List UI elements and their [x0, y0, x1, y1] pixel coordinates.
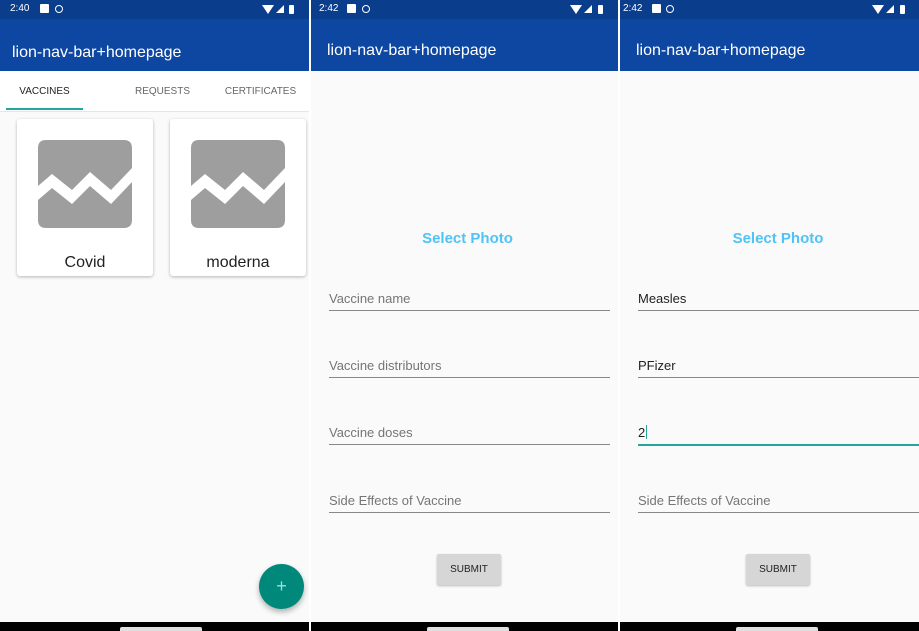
- home-handle[interactable]: [120, 627, 202, 631]
- vaccine-name-value: Measles: [638, 291, 687, 306]
- vaccine-doses-field[interactable]: Vaccine doses: [329, 420, 610, 445]
- side-effects-placeholder: Side Effects of Vaccine: [329, 493, 462, 508]
- signal-icon: [584, 5, 592, 13]
- status-time: 2:42: [623, 3, 643, 14]
- sim-icon: [347, 4, 356, 13]
- status-bar: 2:42: [311, 0, 618, 19]
- signal-icon: [886, 5, 894, 13]
- battery-icon: [900, 5, 905, 14]
- screen-add-vaccine-empty: 2:42 lion-nav-bar+homepage Select Photo …: [311, 0, 618, 631]
- vaccine-card-covid[interactable]: Covid: [17, 119, 153, 276]
- wifi-icon: [262, 5, 274, 14]
- vaccine-distributors-field[interactable]: PFizer: [638, 353, 919, 378]
- battery-icon: [289, 5, 294, 14]
- submit-button[interactable]: SUBMIT: [746, 554, 810, 585]
- sim-icon: [652, 4, 661, 13]
- home-handle[interactable]: [736, 627, 818, 631]
- tab-certificates[interactable]: CERTIFICATES: [212, 71, 309, 111]
- app-bar: lion-nav-bar+homepage: [311, 19, 618, 71]
- tab-vaccines[interactable]: VACCINES: [6, 71, 83, 111]
- card-label: Covid: [64, 254, 106, 271]
- app-title: lion-nav-bar+homepage: [636, 42, 806, 59]
- app-title: lion-nav-bar+homepage: [327, 42, 497, 59]
- vaccine-distributors-value: PFizer: [638, 358, 676, 373]
- vaccine-doses-placeholder: Vaccine doses: [329, 425, 413, 440]
- sim-icon: [40, 4, 49, 13]
- plus-icon: +: [276, 576, 287, 596]
- side-effects-field[interactable]: Side Effects of Vaccine: [638, 488, 919, 513]
- home-handle[interactable]: [427, 627, 509, 631]
- status-bar: 2:42: [620, 0, 919, 19]
- screen-vaccines-list: 2:40 lion-nav-bar+homepage VACCINES REQU…: [0, 0, 309, 631]
- app-title: lion-nav-bar+homepage: [12, 44, 182, 61]
- image-placeholder-icon: [38, 140, 132, 228]
- vaccine-name-placeholder: Vaccine name: [329, 291, 411, 306]
- app-bar: lion-nav-bar+homepage: [0, 19, 309, 71]
- vaccine-name-field[interactable]: Measles: [638, 286, 919, 311]
- sync-icon: [55, 5, 63, 13]
- status-time: 2:42: [319, 3, 339, 14]
- sync-icon: [666, 5, 674, 13]
- submit-button[interactable]: SUBMIT: [437, 554, 501, 585]
- tab-bar: VACCINES REQUESTS CERTIFICATES: [0, 71, 309, 112]
- add-vaccine-fab[interactable]: +: [259, 564, 304, 609]
- side-effects-placeholder: Side Effects of Vaccine: [638, 493, 771, 508]
- screen-add-vaccine-filled: 2:42 lion-nav-bar+homepage Select Photo …: [620, 0, 919, 631]
- text-cursor: [646, 425, 648, 439]
- select-photo-button[interactable]: Select Photo: [317, 230, 618, 247]
- vaccine-doses-input: 2: [638, 425, 648, 440]
- vaccine-card-moderna[interactable]: moderna: [170, 119, 306, 276]
- vaccine-doses-value: 2: [638, 425, 646, 440]
- vaccine-distributors-field[interactable]: Vaccine distributors: [329, 353, 610, 378]
- status-time: 2:40: [10, 3, 30, 14]
- tab-indicator: [6, 108, 83, 110]
- card-label: moderna: [206, 254, 270, 271]
- side-effects-field[interactable]: Side Effects of Vaccine: [329, 488, 610, 513]
- tab-requests[interactable]: REQUESTS: [120, 71, 205, 111]
- app-bar: lion-nav-bar+homepage: [620, 19, 919, 71]
- image-placeholder-icon: [191, 140, 285, 228]
- wifi-icon: [872, 5, 884, 14]
- status-bar: 2:40: [0, 0, 309, 19]
- vaccine-distributors-placeholder: Vaccine distributors: [329, 358, 442, 373]
- vaccine-doses-field[interactable]: 2: [638, 420, 919, 446]
- select-photo-button[interactable]: Select Photo: [637, 230, 919, 247]
- wifi-icon: [570, 5, 582, 14]
- sync-icon: [362, 5, 370, 13]
- vaccine-name-field[interactable]: Vaccine name: [329, 286, 610, 311]
- signal-icon: [276, 5, 284, 13]
- battery-icon: [598, 5, 603, 14]
